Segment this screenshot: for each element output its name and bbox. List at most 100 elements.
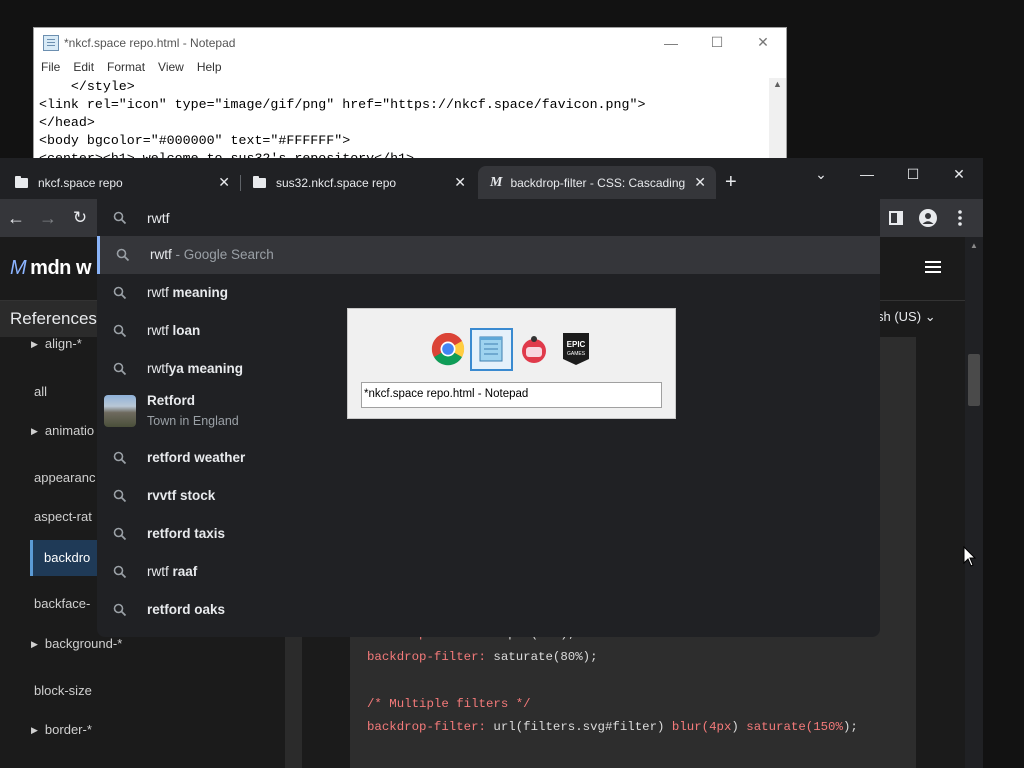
mdn-favicon-icon: M xyxy=(490,174,503,190)
search-icon xyxy=(113,603,127,617)
sidebar-item-border[interactable]: border-* xyxy=(31,722,92,737)
suggestion-label: rwtfya meaning xyxy=(147,361,243,376)
forward-arrow-icon[interactable]: → xyxy=(37,207,59,229)
sidebar-item-backface[interactable]: backface- xyxy=(34,596,90,611)
close-button[interactable]: ✕ xyxy=(740,28,786,57)
mouse-cursor-icon xyxy=(963,546,977,567)
notepad-menubar: File Edit Format View Help xyxy=(34,57,786,77)
sidebar-item-appearance[interactable]: appearanc xyxy=(34,470,95,485)
suggestion-item[interactable]: rwtf meaning xyxy=(97,274,880,312)
notepad-title: *nkcf.space repo.html - Notepad xyxy=(64,35,236,50)
suggestion-label: rwtf raaf xyxy=(147,564,197,579)
folder-icon xyxy=(15,175,28,188)
notepad-icon xyxy=(43,34,59,51)
suggestion-item[interactable]: rvvtf stock xyxy=(97,477,880,515)
search-icon xyxy=(113,527,127,541)
kebab-menu-icon[interactable] xyxy=(949,207,971,229)
back-arrow-icon[interactable]: ← xyxy=(5,207,27,229)
suggestion-item[interactable]: retford oaks xyxy=(97,591,880,629)
suggestion-label: rwtf meaning xyxy=(147,285,228,300)
close-button[interactable]: ✕ xyxy=(936,160,982,188)
sidebar-item-align[interactable]: align-* xyxy=(31,336,82,351)
tab-close-icon[interactable]: ✕ xyxy=(694,174,706,191)
tab-sus32-repo[interactable]: sus32.nkcf.space repo ✕ xyxy=(241,166,476,199)
suggestion-description: Town in England xyxy=(147,414,239,428)
hamburger-menu-icon[interactable] xyxy=(925,261,941,263)
minimize-button[interactable]: — xyxy=(844,160,890,188)
editor-line: <body bgcolor="#000000" text="#FFFFFF"> xyxy=(39,133,351,148)
side-panel-icon[interactable] xyxy=(885,207,907,229)
mdn-logo[interactable]: Mmdn w xyxy=(10,257,92,280)
editor-line: <link rel="icon" type="image/gif/png" hr… xyxy=(39,97,646,112)
suggestion-label: rwtf - Google Search xyxy=(150,247,274,262)
chrome-icon[interactable] xyxy=(428,329,468,369)
epic-games-icon[interactable]: EPIC GAMES xyxy=(556,329,596,369)
menu-view[interactable]: View xyxy=(158,60,184,74)
minimize-button[interactable]: — xyxy=(648,28,694,57)
tab-label: nkcf.space repo xyxy=(38,175,123,190)
selected-window-title: *nkcf.space repo.html - Notepad xyxy=(361,382,662,408)
code-value: url( xyxy=(485,720,524,734)
editor-line: </head> xyxy=(39,115,95,130)
alt-tab-switcher: EPIC GAMES *nkcf.space repo.html - Notepa… xyxy=(347,308,676,419)
omnibox-text: rwtf xyxy=(147,210,170,226)
tab-label: backdrop-filter - CSS: Cascading xyxy=(510,175,686,190)
search-icon xyxy=(113,489,127,503)
new-tab-button[interactable]: + xyxy=(725,172,737,192)
tab-close-icon[interactable]: ✕ xyxy=(218,174,230,191)
language-selector[interactable]: sh (US) ⌄ xyxy=(877,309,936,325)
page-scrollbar[interactable] xyxy=(965,237,983,768)
code-function: saturate( xyxy=(746,720,814,734)
sidebar-item-animation[interactable]: animatio xyxy=(31,423,94,438)
code-value: ) xyxy=(731,720,747,734)
maximize-button[interactable]: ☐ xyxy=(890,160,936,188)
omnibox-input[interactable]: rwtf xyxy=(97,199,880,236)
search-icon xyxy=(113,362,127,376)
sidebar-item-block-size[interactable]: block-size xyxy=(34,683,92,698)
red-app-icon[interactable] xyxy=(514,329,554,369)
retford-thumbnail xyxy=(104,395,136,427)
scrollbar-thumb[interactable] xyxy=(968,354,980,406)
code-line: backdrop-filter: saturate(80%); xyxy=(367,650,598,664)
code-value: ); xyxy=(842,720,858,734)
code-number: 150% xyxy=(813,720,843,734)
suggestion-item[interactable]: rwtf raaf xyxy=(97,553,880,591)
sidebar-item-all[interactable]: all xyxy=(34,384,47,399)
maximize-button[interactable]: ☐ xyxy=(694,28,740,57)
tab-backdrop-filter[interactable]: M backdrop-filter - CSS: Cascading ✕ xyxy=(478,166,716,199)
search-icon xyxy=(113,451,127,465)
suggestion-typed-text: rwtf xyxy=(147,323,173,338)
menu-help[interactable]: Help xyxy=(197,60,222,74)
sidebar-item-background[interactable]: background-* xyxy=(31,636,122,651)
reload-icon[interactable]: ↻ xyxy=(69,207,91,229)
profile-avatar-icon[interactable] xyxy=(917,207,939,229)
search-icon xyxy=(113,324,127,338)
notepad-icon[interactable] xyxy=(471,329,511,369)
search-icon xyxy=(116,248,130,262)
code-value: filters.svg#filter xyxy=(523,720,658,734)
tab-search-chevron-icon[interactable]: ⌄ xyxy=(798,160,844,188)
menu-edit[interactable]: Edit xyxy=(73,60,94,74)
folder-icon xyxy=(253,175,266,188)
tab-close-icon[interactable]: ✕ xyxy=(454,174,466,191)
suggestion-item[interactable]: rwtf - Google Search xyxy=(97,236,880,274)
tab-label: sus32.nkcf.space repo xyxy=(276,175,397,190)
suggestion-item[interactable]: retford taxis xyxy=(97,515,880,553)
suggestion-completion: retford oaks xyxy=(147,602,226,617)
code-line: backdrop-filter: url(filters.svg#filter)… xyxy=(367,720,858,734)
suggestion-typed-text: rwtf xyxy=(147,361,169,376)
suggestion-completion: ya meaning xyxy=(168,361,244,376)
search-icon xyxy=(113,211,127,225)
suggestion-completion: Retford xyxy=(147,393,195,408)
menu-file[interactable]: File xyxy=(41,60,60,74)
tab-nkcf-repo[interactable]: nkcf.space repo ✕ xyxy=(0,166,240,199)
menu-format[interactable]: Format xyxy=(107,60,145,74)
notepad-editor[interactable]: </style> <link rel="icon" type="image/gif… xyxy=(39,78,645,168)
code-value: saturate(80%); xyxy=(485,650,598,664)
code-property: backdrop-filter: xyxy=(367,650,486,664)
suggestion-completion: raaf xyxy=(172,564,198,579)
suggestion-item[interactable]: retford weather xyxy=(97,439,880,477)
code-property: backdrop-filter: xyxy=(367,720,486,734)
suggestion-label: retford weather xyxy=(147,450,245,465)
sidebar-item-aspect-ratio[interactable]: aspect-rat xyxy=(34,509,92,524)
